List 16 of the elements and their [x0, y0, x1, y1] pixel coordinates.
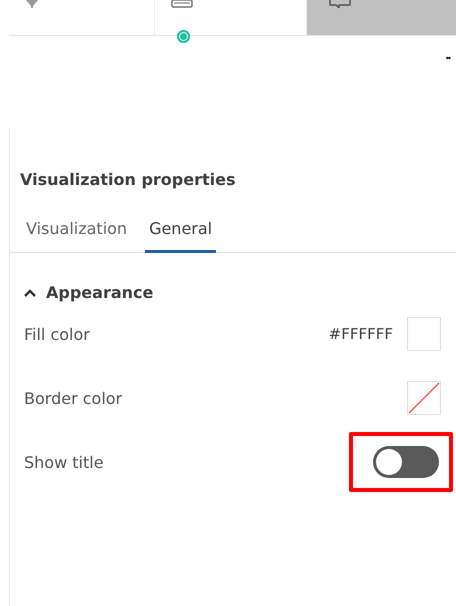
toggle-switch[interactable]: [373, 446, 439, 478]
properties-tab[interactable]: Visualization: [22, 219, 132, 253]
section-header[interactable]: Appearance: [10, 253, 154, 302]
panel-tab[interactable]: [306, 0, 456, 35]
color-swatch[interactable]: [407, 381, 441, 415]
filter-icon: [26, 0, 38, 8]
more-button[interactable]: ••: [446, 48, 452, 68]
comment-icon: [329, 0, 351, 8]
panel-title: Visualization properties: [19, 169, 236, 189]
properties-tab[interactable]: General: [145, 219, 216, 253]
notes-icon: [171, 0, 193, 8]
caret-icon: [24, 288, 36, 296]
color-value: #FFFFFF: [328, 325, 393, 343]
property-label: Border color: [24, 388, 122, 408]
property-label: Show title: [24, 452, 104, 472]
property-label: Fill color: [24, 324, 90, 344]
